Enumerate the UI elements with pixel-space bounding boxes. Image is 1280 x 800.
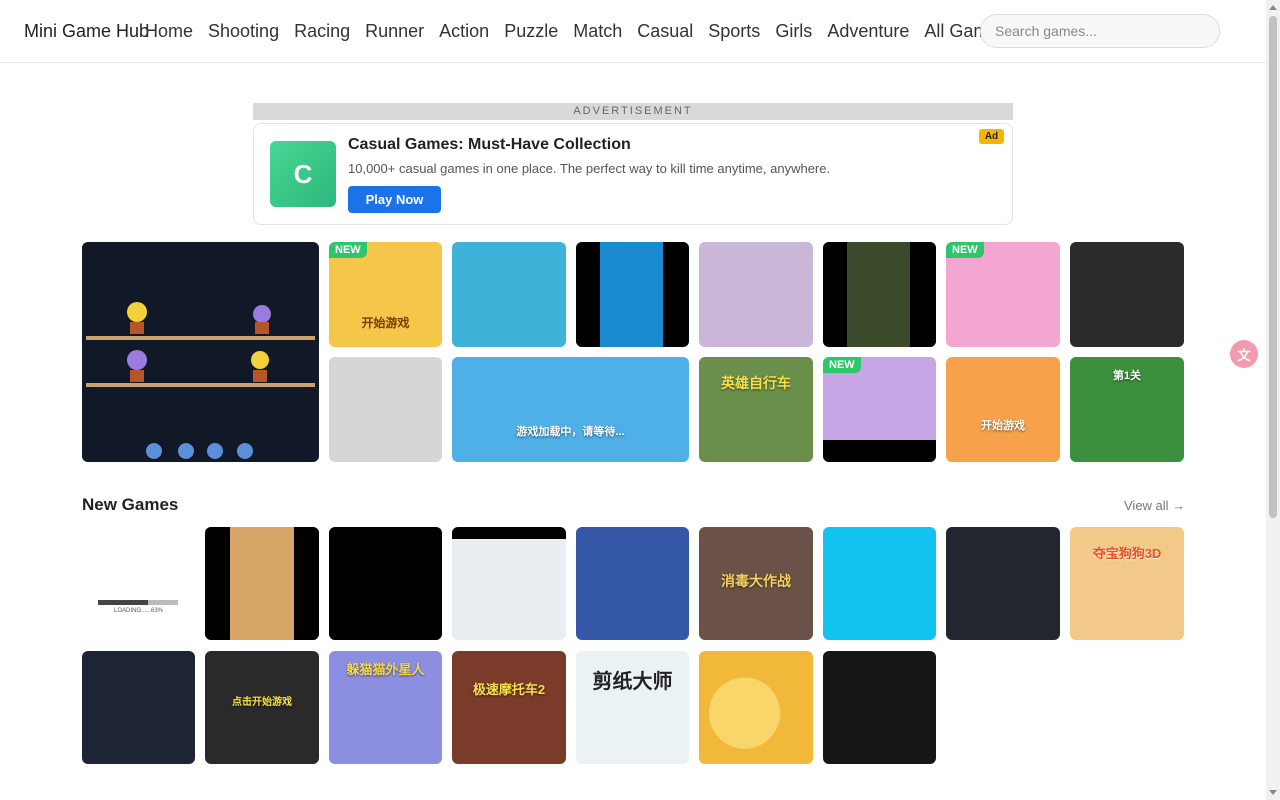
new-game-tile[interactable] xyxy=(823,527,936,640)
nav-adventure[interactable]: Adventure xyxy=(827,21,909,42)
new-game-tile[interactable] xyxy=(329,527,442,640)
section-title-new-games: New Games xyxy=(82,495,179,514)
view-all-link[interactable]: View all → xyxy=(1124,498,1185,513)
nav-runner[interactable]: Runner xyxy=(365,21,424,42)
tile-caption: 点击开始游戏 xyxy=(232,697,292,708)
new-game-tile[interactable]: LOADING......63% xyxy=(82,527,195,640)
nav-home[interactable]: Home xyxy=(145,21,193,42)
new-badge: NEW xyxy=(329,242,367,258)
main-nav: Home Shooting Racing Runner Action Puzzl… xyxy=(145,21,1007,42)
ad-logo: C xyxy=(270,141,336,207)
featured-game-tile[interactable]: NEW xyxy=(823,357,936,462)
featured-game-tile[interactable]: 开始游戏 xyxy=(946,357,1060,462)
tile-caption: 躲猫猫外星人 xyxy=(346,662,425,677)
loading-bar xyxy=(98,600,178,605)
scroll-up-icon[interactable] xyxy=(1269,5,1277,10)
advertisement-label: ADVERTISEMENT xyxy=(253,103,1013,120)
new-game-tile[interactable] xyxy=(576,527,689,640)
featured-game-tile[interactable]: 开始游戏 NEW xyxy=(329,242,442,347)
scroll-thumb[interactable] xyxy=(1269,16,1277,518)
featured-game-tile[interactable] xyxy=(82,242,319,462)
scroll-down-icon[interactable] xyxy=(1269,790,1277,795)
ad-badge: Ad xyxy=(979,129,1004,144)
ad-description: 10,000+ casual games in one place. The p… xyxy=(348,161,831,176)
new-game-tile[interactable] xyxy=(823,651,936,764)
page-scrollbar[interactable] xyxy=(1266,0,1280,800)
loading-text: LOADING......63% xyxy=(113,608,164,614)
new-game-tile[interactable] xyxy=(82,651,195,764)
tile-caption: 剪纸大师 xyxy=(592,671,673,693)
nav-girls[interactable]: Girls xyxy=(775,21,812,42)
new-game-tile[interactable] xyxy=(699,651,813,764)
page: Mini Game Hub Home Shooting Racing Runne… xyxy=(0,0,1280,800)
featured-game-tile[interactable] xyxy=(1070,242,1184,347)
nav-sports[interactable]: Sports xyxy=(708,21,760,42)
nav-shooting[interactable]: Shooting xyxy=(208,21,279,42)
new-game-tile[interactable]: 极速摩托车2 xyxy=(452,651,566,764)
new-badge: NEW xyxy=(946,242,984,258)
featured-game-tile[interactable] xyxy=(329,357,442,462)
tile-caption: 英雄自行车 xyxy=(721,375,791,391)
featured-game-tile[interactable]: 英雄自行车 xyxy=(699,357,813,462)
nav-puzzle[interactable]: Puzzle xyxy=(504,21,558,42)
featured-game-tile[interactable]: 游戏加载中，请等待... xyxy=(452,357,689,462)
featured-game-tile[interactable] xyxy=(699,242,813,347)
featured-game-tile[interactable] xyxy=(452,242,566,347)
nav-action[interactable]: Action xyxy=(439,21,489,42)
nav-casual[interactable]: Casual xyxy=(637,21,693,42)
tile-caption: 消毒大作战 xyxy=(721,573,791,589)
ad-title: Casual Games: Must-Have Collection xyxy=(348,136,631,153)
new-game-tile[interactable]: 躲猫猫外星人 xyxy=(329,651,442,764)
top-header: Mini Game Hub Home Shooting Racing Runne… xyxy=(0,0,1266,63)
featured-game-tile[interactable] xyxy=(576,242,689,347)
play-now-button[interactable]: Play Now xyxy=(348,186,441,213)
tile-caption: 游戏加载中，请等待... xyxy=(516,426,625,438)
new-game-tile[interactable]: 夺宝狗狗3D xyxy=(1070,527,1184,640)
tile-caption: 极速摩托车2 xyxy=(472,682,546,697)
featured-game-tile[interactable] xyxy=(823,242,936,347)
featured-game-tile[interactable]: NEW xyxy=(946,242,1060,347)
flower-shelf-thumbnail xyxy=(86,302,315,459)
ad-card[interactable]: C Casual Games: Must-Have Collection 10,… xyxy=(253,123,1013,225)
new-game-tile[interactable]: 剪纸大师 xyxy=(576,651,689,764)
featured-game-tile[interactable]: 第1关 xyxy=(1070,357,1184,462)
tile-caption: 夺宝狗狗3D xyxy=(1092,546,1162,561)
tile-caption: 开始游戏 xyxy=(361,316,410,330)
new-game-tile[interactable]: 点击开始游戏 xyxy=(205,651,319,764)
nav-racing[interactable]: Racing xyxy=(294,21,350,42)
new-game-tile[interactable] xyxy=(946,527,1060,640)
new-game-tile[interactable]: 消毒大作战 xyxy=(699,527,813,640)
new-game-tile[interactable] xyxy=(205,527,319,640)
site-logo[interactable]: Mini Game Hub xyxy=(24,21,149,42)
translate-icon[interactable]: 文 xyxy=(1230,340,1258,368)
nav-match[interactable]: Match xyxy=(573,21,622,42)
tile-caption: 第1关 xyxy=(1112,370,1142,382)
new-game-tile[interactable] xyxy=(452,527,566,640)
new-badge: NEW xyxy=(823,357,861,373)
search-input[interactable] xyxy=(980,14,1220,48)
tile-caption: 开始游戏 xyxy=(981,420,1025,432)
